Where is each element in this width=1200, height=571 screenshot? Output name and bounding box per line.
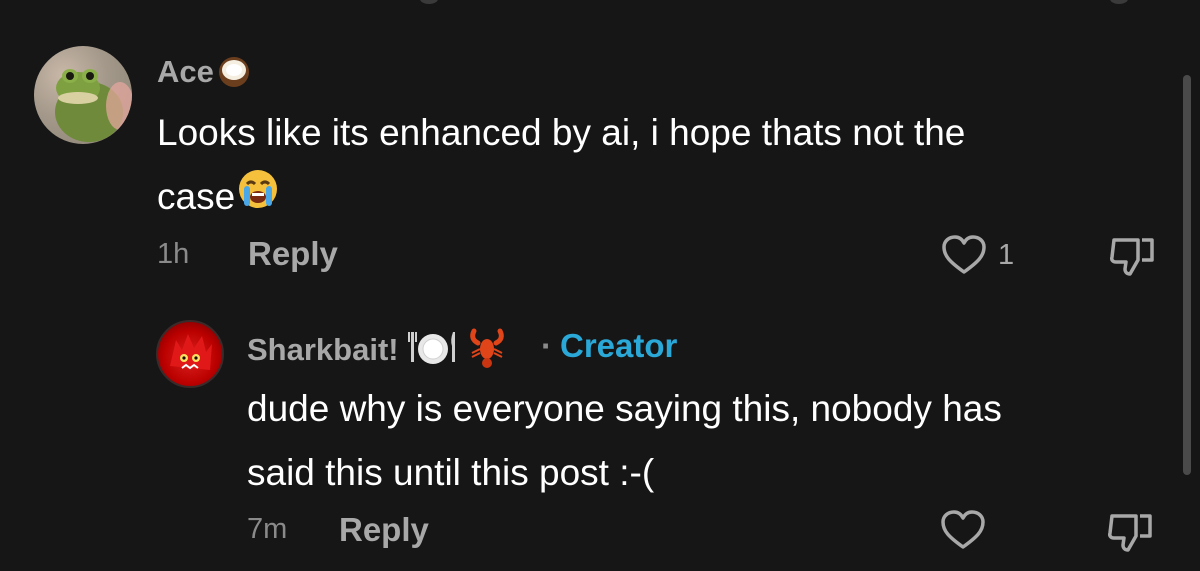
reply-button[interactable]: Reply <box>339 511 429 549</box>
like-count: 1 <box>998 238 1015 271</box>
comment-time: 7m <box>247 513 288 545</box>
username[interactable]: Ace <box>157 52 254 96</box>
comment-text: dude why is everyone saying this, nobody… <box>247 388 1002 493</box>
frog-avatar-image <box>55 69 132 142</box>
username[interactable]: Sharkbait! <box>247 327 506 377</box>
heart-icon[interactable] <box>939 509 987 551</box>
plate-cutlery-emoji <box>407 328 459 376</box>
comment-text: Looks like its enhanced by ai, i hope th… <box>157 101 1147 232</box>
like-group: 1 <box>940 234 1014 276</box>
red-creature-avatar-image <box>170 334 212 370</box>
like-group <box>939 509 987 551</box>
comments-screen: Ace Looks like its enhanced by ai, i hop… <box>0 0 1200 571</box>
thumbs-down-icon[interactable] <box>1108 234 1158 278</box>
top-edge-indicator <box>1110 0 1128 4</box>
heart-icon[interactable] <box>940 234 988 276</box>
lobster-emoji <box>468 327 506 377</box>
loudly-crying-face-emoji <box>235 166 281 232</box>
comment-time: 1h <box>157 238 190 270</box>
scrollbar[interactable] <box>1183 75 1191 475</box>
reply-button[interactable]: Reply <box>248 235 338 273</box>
thumbs-down-icon[interactable] <box>1106 510 1156 554</box>
avatar[interactable] <box>34 46 132 144</box>
top-edge-indicator <box>420 0 438 4</box>
creator-badge: · Creator <box>541 327 678 364</box>
coconut-emoji <box>214 52 254 96</box>
avatar[interactable] <box>156 320 224 388</box>
separator-dot: · <box>541 327 552 364</box>
